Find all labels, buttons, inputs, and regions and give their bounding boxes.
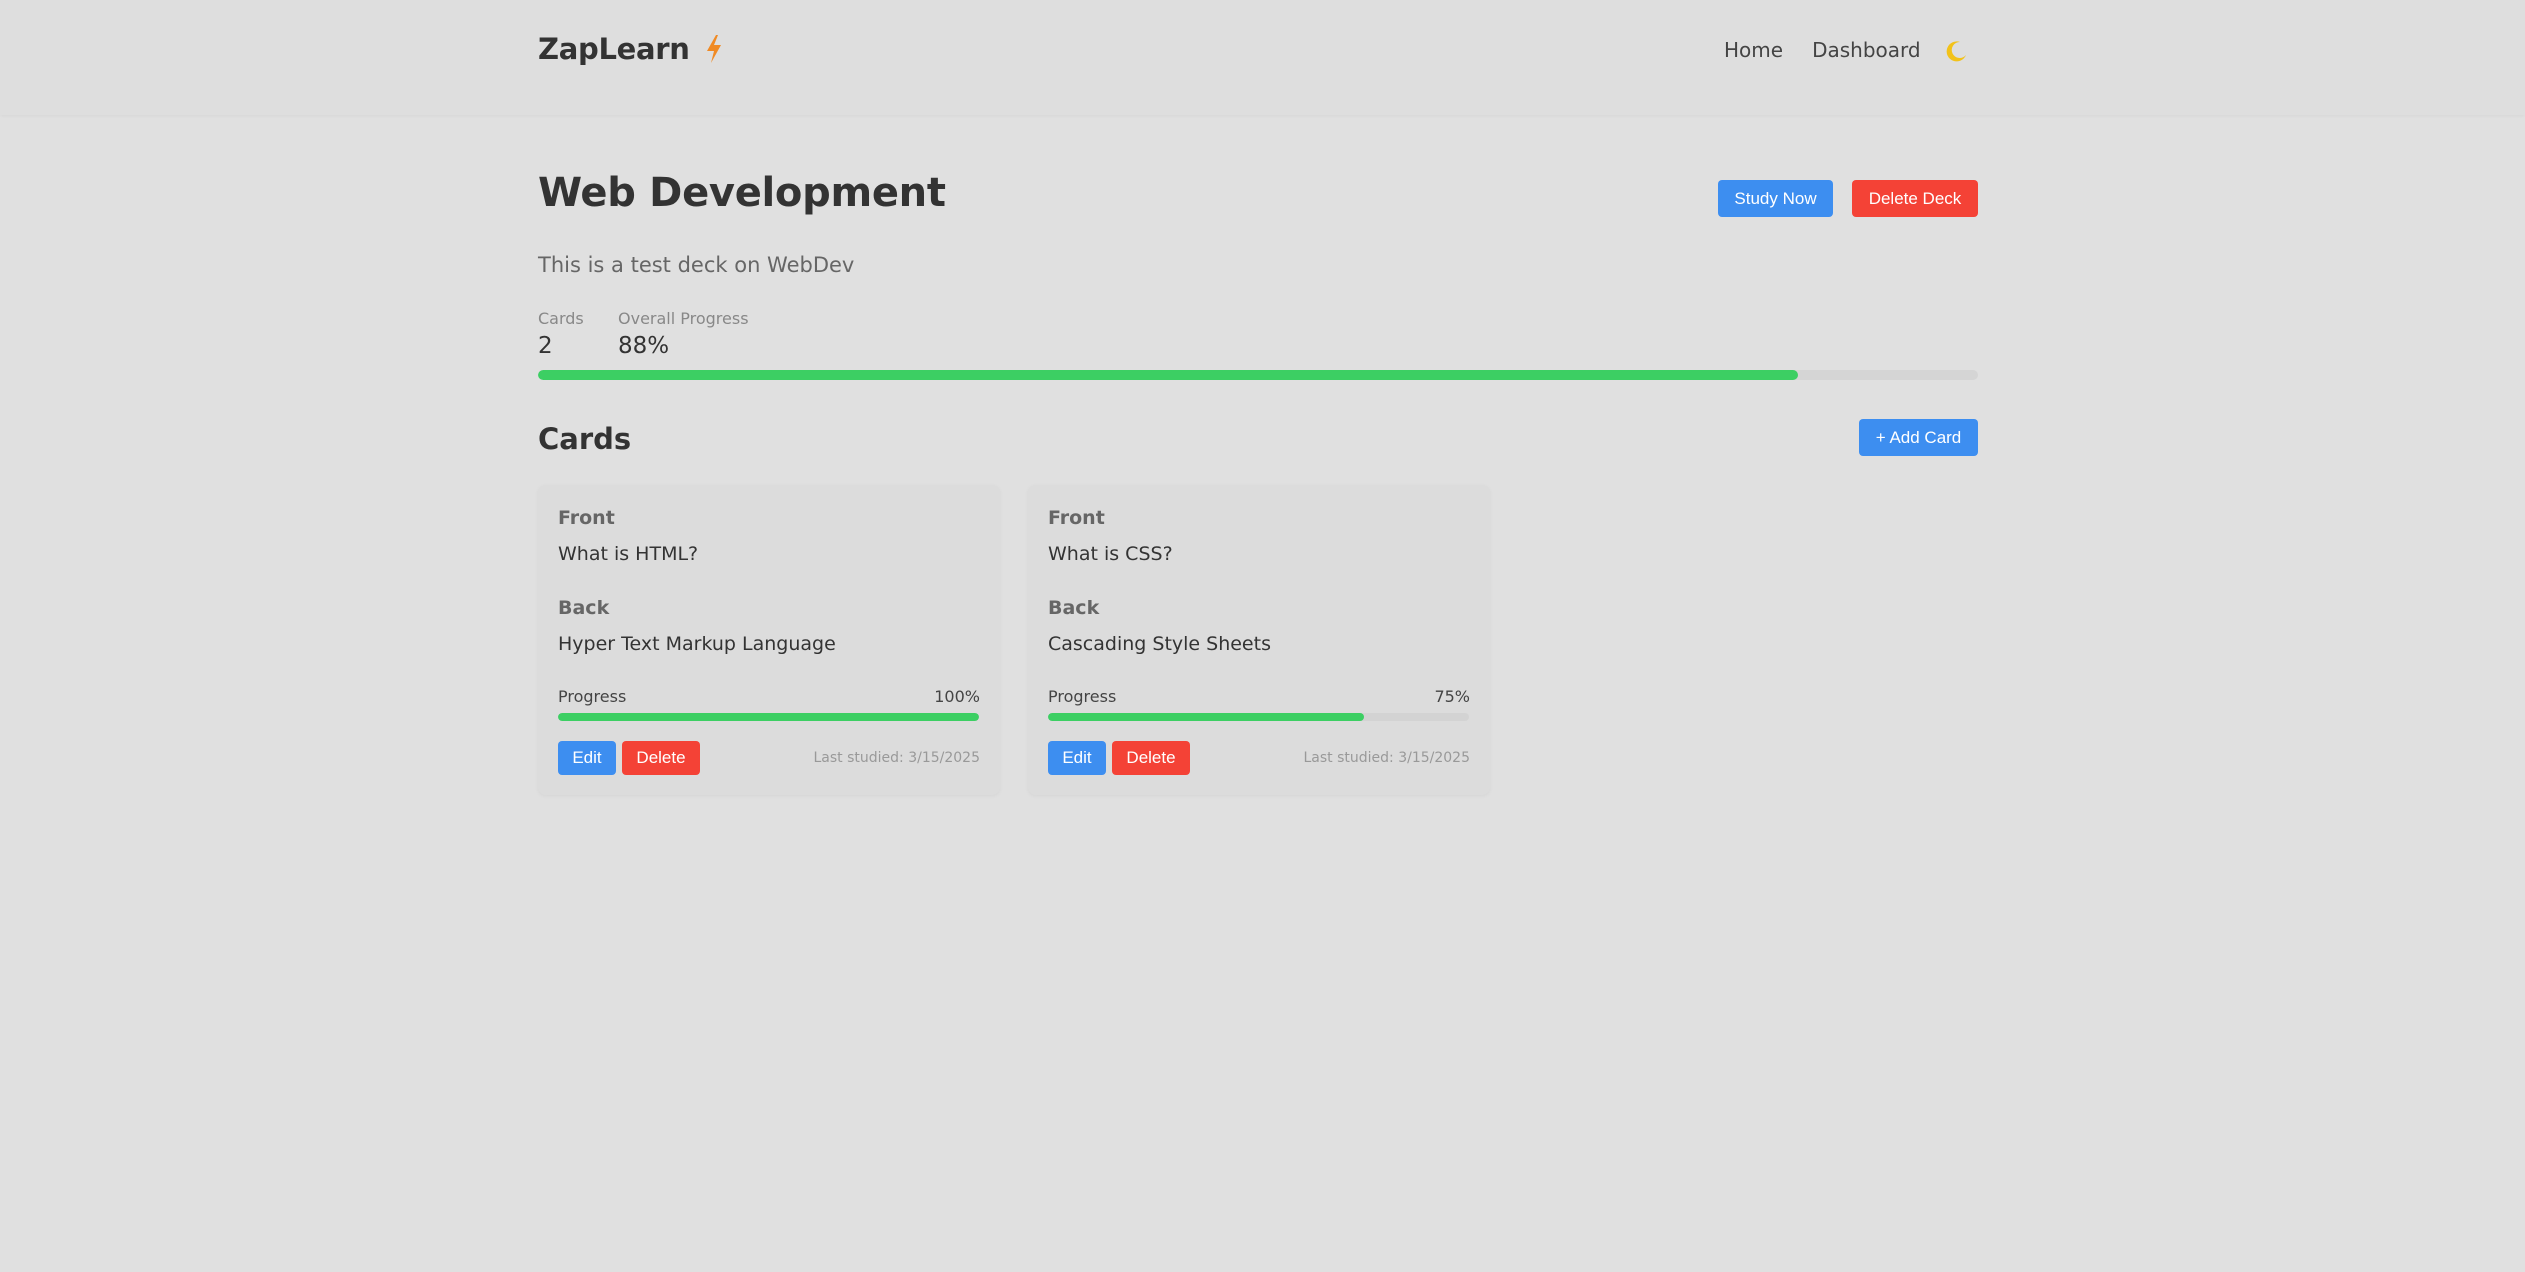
card-back-text: Hyper Text Markup Language <box>558 633 836 655</box>
cards-count-label: Cards <box>538 309 584 328</box>
card-progress-bar <box>1048 713 1469 721</box>
delete-deck-button[interactable]: Delete Deck <box>1852 180 1978 217</box>
card-front-label: Front <box>558 507 615 529</box>
logo[interactable]: ZapLearn <box>538 32 724 66</box>
flashcard: Front What is CSS? Back Cascading Style … <box>1028 485 1490 795</box>
card-progress-percent: 100% <box>934 687 980 706</box>
deck-title: Web Development <box>538 170 946 216</box>
card-progress-bar <box>558 713 979 721</box>
top-nav-bar: ZapLearn Home Dashboard <box>0 0 2525 115</box>
card-front-text: What is HTML? <box>558 543 699 565</box>
card-progress-fill <box>1048 713 1364 721</box>
delete-card-button[interactable]: Delete <box>1112 741 1190 775</box>
card-back-label: Back <box>1048 597 1100 619</box>
card-progress-label: Progress <box>1048 687 1117 706</box>
card-progress-label: Progress <box>558 687 627 706</box>
add-card-button[interactable]: + Add Card <box>1859 419 1978 456</box>
card-front-text: What is CSS? <box>1048 543 1173 565</box>
edit-card-button[interactable]: Edit <box>1048 741 1106 775</box>
overall-progress-label: Overall Progress <box>618 309 749 328</box>
cards-section-title: Cards <box>538 422 632 456</box>
logo-text: ZapLearn <box>538 32 690 66</box>
main-nav: Home Dashboard <box>1724 38 1950 62</box>
edit-card-button[interactable]: Edit <box>558 741 616 775</box>
deck-description: This is a test deck on WebDev <box>538 253 855 277</box>
card-front-label: Front <box>1048 507 1105 529</box>
study-now-button[interactable]: Study Now <box>1718 180 1833 217</box>
flashcard: Front What is HTML? Back Hyper Text Mark… <box>538 485 1000 795</box>
lightning-bolt-icon <box>706 35 721 63</box>
last-studied-text: Last studied: 3/15/2025 <box>813 750 981 766</box>
nav-dashboard-link[interactable]: Dashboard <box>1812 38 1921 62</box>
card-back-text: Cascading Style Sheets <box>1048 633 1271 655</box>
moon-icon[interactable] <box>1943 38 1969 64</box>
card-back-label: Back <box>558 597 610 619</box>
cards-count-value: 2 <box>538 333 553 359</box>
overall-progress-bar <box>538 370 1978 380</box>
last-studied-text: Last studied: 3/15/2025 <box>1303 750 1471 766</box>
card-progress-fill <box>558 713 979 721</box>
overall-progress-fill <box>538 370 1798 380</box>
card-progress-percent: 75% <box>1434 687 1470 706</box>
delete-card-button[interactable]: Delete <box>622 741 700 775</box>
nav-home-link[interactable]: Home <box>1724 38 1783 62</box>
overall-progress-value: 88% <box>618 333 670 359</box>
